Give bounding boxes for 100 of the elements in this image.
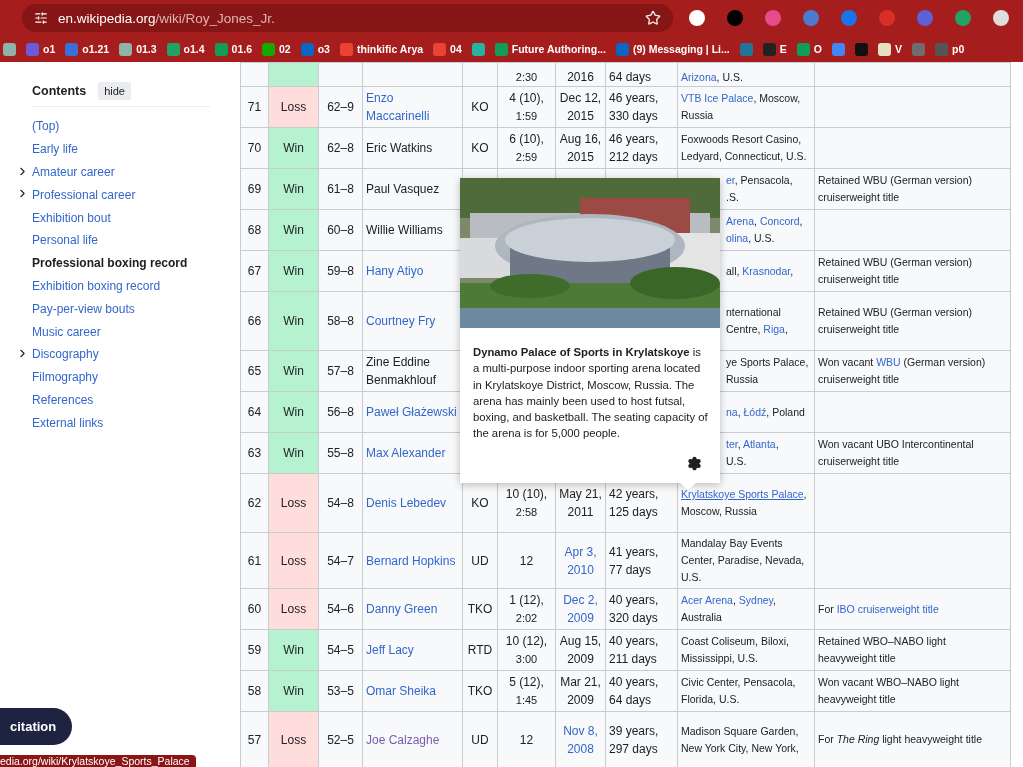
bookmark[interactable]: o1.21 <box>65 42 110 56</box>
venue-text: VTB Ice Palace, Moscow, Russia <box>681 92 801 121</box>
result-cell: Win <box>268 209 319 251</box>
table-cell: 54–6 <box>318 588 363 630</box>
notes-text: For The Ring light heavyweight title <box>818 733 982 745</box>
bookmark[interactable]: thinkific Arya <box>339 42 424 56</box>
settings-icon[interactable] <box>687 456 702 471</box>
bookmark[interactable]: 01.6 <box>214 42 252 56</box>
link[interactable]: na <box>726 405 738 418</box>
round-text: 4 (10), <box>508 90 545 107</box>
table-cell: UD <box>462 532 498 589</box>
bookmark[interactable]: O <box>796 42 822 56</box>
round-text: 12 <box>518 552 535 570</box>
table-cell: 64 <box>240 391 269 433</box>
link[interactable]: Krasnodar <box>742 264 791 277</box>
venue-text: Russia <box>726 372 760 387</box>
extension-icon[interactable] <box>993 10 1009 26</box>
bookmark[interactable]: Future Authoring... <box>494 42 606 56</box>
table-cell: 40 years, 320 days <box>605 588 678 630</box>
table-cell: 56–8 <box>318 391 363 433</box>
bookmark[interactable]: 01.3 <box>119 42 157 56</box>
contents-item[interactable]: Amateur career <box>32 165 115 179</box>
time-text: 1:59 <box>514 109 539 124</box>
result-cell: Loss <box>268 711 319 767</box>
site-settings-icon[interactable] <box>34 11 48 25</box>
bookmark[interactable]: V <box>877 42 902 56</box>
status-url: edia.org/wiki/Krylatskoye_Sports_Palace <box>0 755 196 767</box>
result-cell: Win <box>268 670 319 712</box>
bookmark-icon[interactable] <box>912 42 925 56</box>
link[interactable]: Riga <box>763 323 785 335</box>
contents-item[interactable]: Filmography <box>32 370 99 385</box>
bookmark[interactable]: E <box>762 42 787 56</box>
contents-item[interactable]: Exhibition bout <box>32 210 111 225</box>
link[interactable]: ter <box>726 438 738 450</box>
link[interactable]: Atlanta <box>742 438 776 450</box>
preview-text: Dynamo Palace of Sports in Krylatskoye is a multi-purpose indoor sporting arena located in Krylatskoye District, Moscow, Russia. The arena has mainly been used to host futsal, boxing, and basketball. The seating capacity of the arena is for 5,000 people. <box>472 345 709 442</box>
contents-item[interactable]: Music career <box>32 324 101 339</box>
contents-item[interactable]: Personal life <box>32 233 99 248</box>
bookmark[interactable]: o1.4 <box>166 42 205 56</box>
bookmark-icon[interactable] <box>3 42 16 56</box>
result-cell: Win <box>268 168 319 210</box>
venue-text: Acer Arena, Sydney, Australia <box>681 594 776 623</box>
contents-item[interactable]: Early life <box>32 142 78 157</box>
result-cell: Win <box>268 127 319 169</box>
venue-text: ter, Atlanta, <box>726 437 780 452</box>
venue-text: er, Pensacola, <box>726 173 794 188</box>
bookmark-icon[interactable] <box>739 42 753 56</box>
link[interactable]: er <box>726 174 735 186</box>
venue-text: Centre, Riga, <box>726 322 789 337</box>
bookmark[interactable]: p0 <box>935 42 965 56</box>
bookmark-icon[interactable] <box>854 42 868 56</box>
round-text: 1 (12), <box>508 592 545 609</box>
bookmark[interactable]: o3 <box>300 42 330 56</box>
link[interactable]: Arizona <box>681 71 717 83</box>
contents-item[interactable]: Professional boxing record <box>32 256 188 271</box>
table-cell: 46 years, 330 days <box>605 86 678 128</box>
notes-text: Retained WBO–NABO light heavyweight title <box>818 635 946 664</box>
link[interactable]: Acer Arena <box>681 594 733 606</box>
bookmark[interactable]: 02 <box>262 42 291 56</box>
contents-item[interactable]: Exhibition boxing record <box>32 278 161 293</box>
table-cell: 62–8 <box>318 127 363 169</box>
contents-item[interactable]: Pay-per-view bouts <box>32 301 135 316</box>
bookmark[interactable]: (9) Messaging | Li... <box>615 42 730 56</box>
result-cell: Loss <box>268 532 319 589</box>
link[interactable]: WBU <box>876 356 901 368</box>
bookmark-icon[interactable] <box>831 42 845 56</box>
contents-item[interactable]: Professional career <box>32 187 136 202</box>
link[interactable]: Krylatskoye Sports Palace <box>681 488 804 500</box>
bookmark-icon[interactable] <box>471 42 485 56</box>
extension-icon[interactable] <box>689 10 705 26</box>
table-cell: 62–9 <box>318 86 363 128</box>
table-cell: TKO <box>462 670 498 712</box>
contents-item[interactable]: External links <box>32 415 104 430</box>
bookmark[interactable]: 04 <box>433 42 462 56</box>
venue-text: Arizona, U.S. <box>681 71 743 83</box>
bookmark[interactable]: o1 <box>26 42 56 56</box>
table-cell: Eric Watkins <box>362 127 463 169</box>
citation-button[interactable]: citation <box>0 708 73 745</box>
link[interactable]: Concord <box>759 215 800 227</box>
address-bar[interactable]: en.wikipedia.org/wiki/Roy_Jones_Jr. <box>22 4 673 32</box>
contents-item[interactable]: References <box>32 392 94 407</box>
notes-text: For IBO cruiserweight title <box>818 602 939 615</box>
venue-text: U.S. <box>726 454 748 469</box>
table-cell: KO <box>462 127 498 169</box>
time-text: 1:45 <box>514 693 539 708</box>
round-text: 5 (12), <box>508 674 545 691</box>
table-cell: 2016 <box>555 62 606 87</box>
contents-item[interactable]: (Top) <box>32 119 60 134</box>
contents-item[interactable]: Discography <box>32 347 99 362</box>
table-cell: Foxwoods Resort Casino, Ledyard, Connecticut, U.S. <box>677 127 815 169</box>
link[interactable]: IBO cruiserweight title <box>836 602 939 615</box>
hide-button[interactable]: hide <box>98 82 131 100</box>
table-cell: 71 <box>240 86 269 128</box>
venue-text: Krylatskoye Sports Palace, Moscow, Russia <box>681 488 807 517</box>
table-cell: 59–8 <box>318 250 363 292</box>
table-cell: Aug 16, 2015 <box>555 127 606 169</box>
table-cell: RTD <box>462 629 498 671</box>
table-cell: Civic Center, Pensacola, Florida, U.S. <box>677 670 815 712</box>
result-cell: Loss <box>268 588 319 630</box>
bookmark-star-icon[interactable] <box>645 10 661 26</box>
